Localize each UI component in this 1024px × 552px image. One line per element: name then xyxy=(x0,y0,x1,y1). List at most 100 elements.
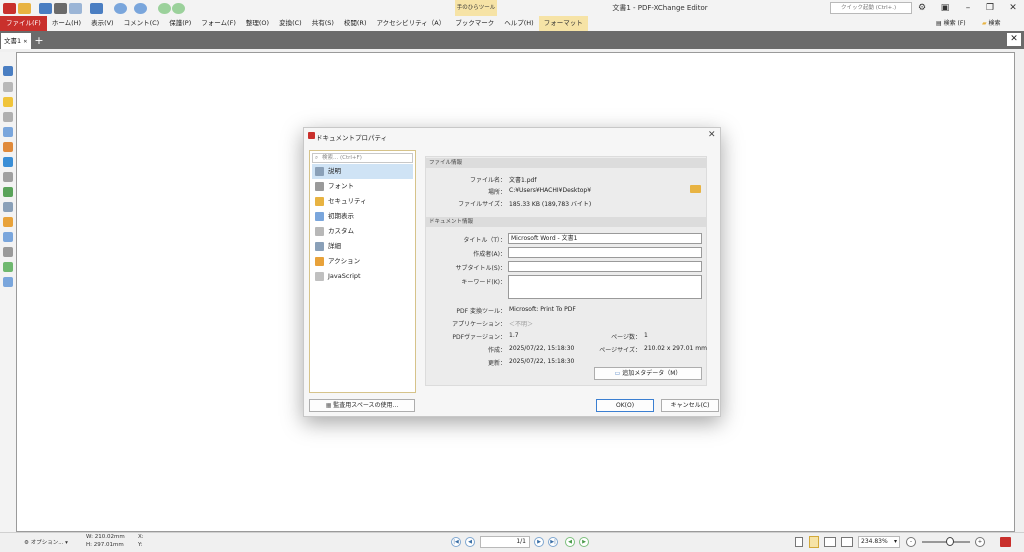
add-icon[interactable] xyxy=(3,262,13,272)
document-tab[interactable]: 文書1 ✕ xyxy=(1,33,31,49)
ok-button[interactable]: OK(O) xyxy=(596,399,654,412)
category-fonts[interactable]: フォント xyxy=(312,179,413,194)
file-info-heading: ファイル情報 xyxy=(426,158,706,168)
tag-icon[interactable] xyxy=(3,232,13,242)
dialog-close-icon[interactable]: ✕ xyxy=(708,130,716,140)
minimize-button[interactable]: – xyxy=(960,2,976,14)
bookmark-icon[interactable] xyxy=(3,66,13,76)
layers-icon[interactable] xyxy=(3,127,13,137)
chevron-down-icon[interactable]: ▾ xyxy=(894,537,897,547)
additional-metadata-button[interactable]: ▭ 追加メタデータ（M） xyxy=(594,367,702,380)
menu-share[interactable]: 共有(S) xyxy=(307,16,339,31)
category-actions[interactable]: アクション xyxy=(312,254,413,269)
link-icon[interactable] xyxy=(3,217,13,227)
find-button[interactable]: ▤ 検索 (F) xyxy=(936,18,966,30)
prev-page-icon[interactable]: ◀ xyxy=(465,537,475,547)
forward-icon[interactable] xyxy=(172,3,185,14)
menu-review[interactable]: 校閲(R) xyxy=(339,16,372,31)
tab-close-icon[interactable]: ✕ xyxy=(23,39,27,45)
facing-page-icon[interactable] xyxy=(824,537,836,547)
pdf-icon[interactable] xyxy=(1000,537,1011,547)
category-javascript[interactable]: JavaScript xyxy=(312,269,413,284)
page-number-input[interactable]: 1/1 xyxy=(480,536,530,548)
thumbnails-icon[interactable] xyxy=(3,82,13,92)
height-readout: H: 297.01mm xyxy=(86,542,124,548)
save-icon[interactable] xyxy=(39,3,52,14)
open-folder-icon[interactable] xyxy=(690,185,701,193)
shape-icon[interactable] xyxy=(3,157,13,167)
audit-space-button[interactable]: ▦ 監査用スペースの使用... xyxy=(309,399,415,412)
menu-home[interactable]: ホーム(H) xyxy=(47,16,86,31)
menu-organize[interactable]: 整理(O) xyxy=(241,16,274,31)
title-field[interactable]: Microsoft Word - 文書1 xyxy=(508,233,702,244)
created-value: 2025/07/22, 15:18:30 xyxy=(509,345,575,352)
settings-icon[interactable]: ⚙ xyxy=(914,2,930,14)
content-icon[interactable] xyxy=(3,142,13,152)
undo-icon[interactable] xyxy=(114,3,127,14)
page-size-value: 210.02 x 297.01 mm xyxy=(644,345,707,352)
properties-icon[interactable] xyxy=(3,277,13,287)
continuous-page-icon[interactable] xyxy=(809,536,819,548)
menu-accessibility[interactable]: アクセシビリティ（A） xyxy=(371,16,450,31)
close-document-icon[interactable]: ✕ xyxy=(1007,33,1021,46)
category-initial-view[interactable]: 初期表示 xyxy=(312,209,413,224)
category-custom[interactable]: カスタム xyxy=(312,224,413,239)
category-advanced[interactable]: 詳細 xyxy=(312,239,413,254)
zoom-in-icon[interactable]: + xyxy=(975,537,985,547)
continuous-facing-icon[interactable] xyxy=(841,537,853,547)
zoom-out-icon[interactable]: – xyxy=(906,537,916,547)
page-size-label: ページサイズ： xyxy=(599,347,641,354)
tree-icon[interactable] xyxy=(3,202,13,212)
menu-format[interactable]: フォーマット xyxy=(538,16,588,31)
menu-view[interactable]: 表示(V) xyxy=(86,16,119,31)
redo-icon[interactable] xyxy=(134,3,147,14)
attachment-icon[interactable] xyxy=(3,112,13,122)
layout-icon[interactable]: ▣ xyxy=(937,2,953,14)
producer-label: PDF 変換ツール： xyxy=(456,308,506,315)
scan-icon[interactable] xyxy=(90,3,103,14)
menu-form[interactable]: フォーム(F) xyxy=(196,16,241,31)
options-button[interactable]: ⚙ オプション... ▾ xyxy=(24,538,68,546)
back-icon[interactable] xyxy=(158,3,171,14)
dialog-app-icon xyxy=(308,132,315,139)
search-button[interactable]: ▰ 検索 xyxy=(982,18,1001,30)
subtitle-field[interactable] xyxy=(508,261,702,272)
zoom-slider-thumb[interactable] xyxy=(946,537,954,546)
email-icon[interactable] xyxy=(69,3,82,14)
menu-help[interactable]: ヘルプ(H) xyxy=(499,16,538,31)
tab-bar xyxy=(0,31,1024,49)
menu-file[interactable]: ファイル(F) xyxy=(0,16,47,31)
author-field[interactable] xyxy=(508,247,702,258)
app-logo-icon xyxy=(3,3,16,14)
forward-view-icon[interactable]: ▶ xyxy=(579,537,589,547)
category-description[interactable]: 説明 xyxy=(312,164,413,179)
left-toolbar xyxy=(0,52,16,532)
menu-bookmark[interactable]: ブックマーク xyxy=(450,16,499,31)
vertical-scrollbar[interactable] xyxy=(1015,52,1024,532)
menu-protect[interactable]: 保護(P) xyxy=(164,16,196,31)
first-page-icon[interactable]: |◀ xyxy=(451,537,461,547)
category-security[interactable]: セキュリティ xyxy=(312,194,413,209)
next-page-icon[interactable]: ▶ xyxy=(534,537,544,547)
comments-icon[interactable] xyxy=(3,97,13,107)
last-page-icon[interactable]: ▶| xyxy=(548,537,558,547)
title-label: タイトル（T）： xyxy=(463,237,506,244)
quick-launch-input[interactable]: クイック起動 (Ctrl+.) xyxy=(830,2,912,14)
order-icon[interactable] xyxy=(3,247,13,257)
add-tab-icon[interactable]: + xyxy=(33,35,45,47)
print-icon[interactable] xyxy=(54,3,67,14)
open-folder-icon[interactable] xyxy=(18,3,31,14)
keywords-field[interactable] xyxy=(508,275,702,299)
restore-button[interactable]: ❐ xyxy=(982,2,998,14)
single-page-icon[interactable] xyxy=(795,537,803,547)
location-value: C:¥Users¥HACHI¥Desktop¥ xyxy=(509,187,592,194)
structure-icon[interactable] xyxy=(3,172,13,182)
close-button[interactable]: ✕ xyxy=(1005,2,1021,14)
category-search-input[interactable]: ⌕ 検索... (Ctrl+F) xyxy=(312,153,413,163)
menu-comment[interactable]: コメント(C) xyxy=(119,16,165,31)
menu-convert[interactable]: 変換(C) xyxy=(274,16,307,31)
cancel-button[interactable]: キャンセル(C) xyxy=(661,399,719,412)
signature-icon[interactable] xyxy=(3,187,13,197)
back-view-icon[interactable]: ◀ xyxy=(565,537,575,547)
zoom-input[interactable]: 234.83% ▾ xyxy=(858,536,900,548)
